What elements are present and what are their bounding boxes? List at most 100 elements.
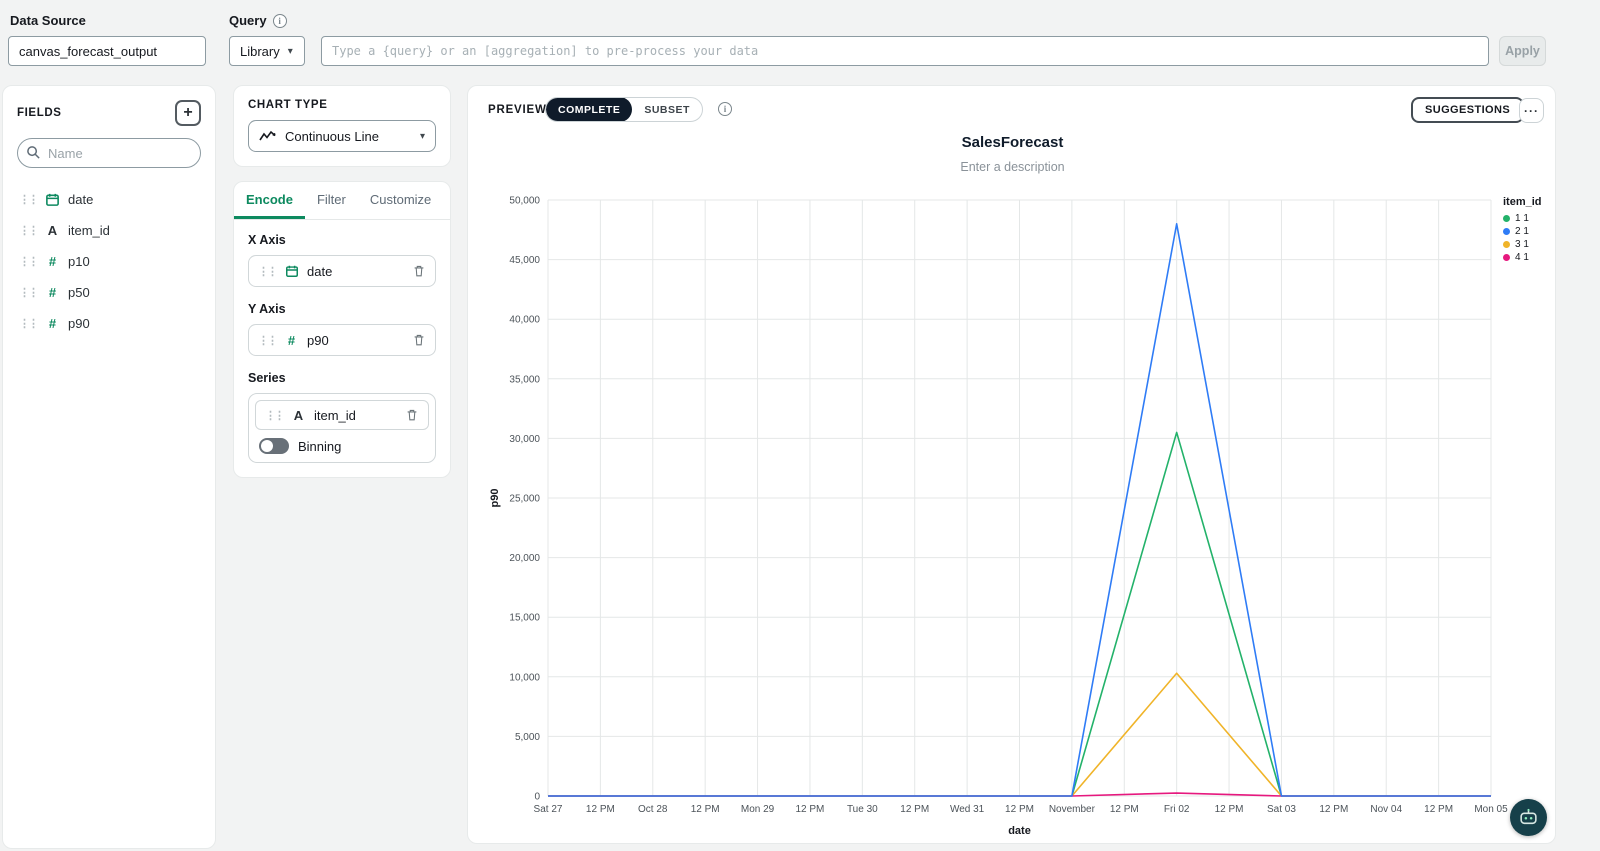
preview-info-icon[interactable]: i — [718, 102, 732, 116]
y-tick-label: 30,000 — [509, 434, 540, 445]
series-line — [548, 223, 1491, 797]
field-item-p10[interactable]: ⋮⋮ # p10 — [17, 246, 201, 277]
line-chart-icon — [259, 130, 277, 143]
x-tick-label: 12 PM — [586, 804, 615, 815]
chart-type-value: Continuous Line — [285, 128, 379, 144]
text-type-icon: A — [293, 407, 304, 423]
y-tick-label: 0 — [534, 792, 540, 803]
series-field-chip[interactable]: ⋮⋮ A item_id — [255, 400, 429, 430]
field-name: p50 — [68, 285, 90, 300]
number-type-icon: # — [48, 316, 57, 331]
drag-handle-icon[interactable]: ⋮⋮ — [258, 334, 278, 347]
legend-label: 3 1 — [1515, 239, 1529, 250]
chevron-down-icon: ▾ — [287, 45, 293, 57]
y-tick-label: 45,000 — [509, 255, 540, 266]
binning-label: Binning — [298, 438, 342, 454]
field-name: date — [68, 192, 94, 207]
series-label: Series — [248, 371, 286, 385]
legend-entry[interactable]: 4 1 — [1503, 251, 1542, 264]
field-name: p10 — [68, 254, 90, 269]
complete-toggle-button[interactable]: COMPLETE — [546, 98, 633, 121]
subset-toggle-button[interactable]: SUBSET — [632, 98, 702, 121]
legend-entry[interactable]: 2 1 — [1503, 225, 1542, 238]
series-line — [548, 792, 1491, 797]
field-search-input[interactable] — [17, 138, 201, 168]
app-root: Data Source Query i Library ▾ Apply FIEL… — [0, 0, 1600, 851]
binning-toggle[interactable] — [259, 438, 289, 454]
y-axis-field-name: p90 — [307, 332, 329, 348]
calendar-icon — [283, 264, 300, 278]
x-tick-label: 12 PM — [1110, 804, 1139, 815]
x-tick-label: 12 PM — [691, 804, 720, 815]
y-tick-label: 15,000 — [509, 613, 540, 624]
query-input[interactable] — [321, 36, 1489, 66]
x-tick-label: 12 PM — [900, 804, 929, 815]
x-tick-label: 12 PM — [795, 804, 824, 815]
x-axis-title: date — [1008, 825, 1031, 837]
trash-icon[interactable] — [405, 408, 419, 422]
chart-title[interactable]: SalesForecast — [468, 134, 1557, 151]
series-line — [548, 672, 1491, 797]
drag-handle-icon[interactable]: ⋮⋮ — [19, 317, 39, 330]
legend-color-dot — [1503, 254, 1510, 261]
x-tick-label: November — [1049, 804, 1096, 815]
chart-subtitle[interactable]: Enter a description — [468, 160, 1557, 174]
field-list: ⋮⋮ date ⋮⋮ A item_id ⋮⋮ # p10 ⋮⋮ # p50 ⋮… — [17, 184, 201, 339]
assistant-fab-button[interactable] — [1510, 799, 1547, 836]
y-axis-title: p90 — [489, 489, 501, 508]
field-item-p50[interactable]: ⋮⋮ # p50 — [17, 277, 201, 308]
query-label: Query i — [229, 13, 287, 28]
query-info-icon[interactable]: i — [272, 13, 287, 28]
y-tick-label: 35,000 — [509, 374, 540, 385]
field-item-item-id[interactable]: ⋮⋮ A item_id — [17, 215, 201, 246]
add-field-button[interactable]: + — [175, 100, 201, 126]
apply-button[interactable]: Apply — [1499, 36, 1546, 66]
library-dropdown[interactable]: Library ▾ — [229, 36, 305, 66]
field-item-date[interactable]: ⋮⋮ date — [17, 184, 201, 215]
y-tick-label: 40,000 — [509, 315, 540, 326]
x-tick-label: Mon 29 — [741, 804, 775, 815]
preview-panel: PREVIEW COMPLETE SUBSET i SUGGESTIONS ··… — [467, 85, 1556, 844]
preview-mode-toggle: COMPLETE SUBSET — [545, 97, 703, 122]
drag-handle-icon[interactable]: ⋮⋮ — [19, 224, 39, 237]
x-tick-label: Nov 04 — [1370, 804, 1402, 815]
preview-label: PREVIEW — [488, 104, 547, 116]
drag-handle-icon[interactable]: ⋮⋮ — [19, 193, 39, 206]
x-tick-label: Oct 28 — [638, 804, 668, 815]
data-source-label: Data Source — [10, 13, 86, 28]
number-type-icon: # — [48, 285, 57, 300]
chevron-down-icon: ▾ — [419, 130, 425, 142]
tab-encode[interactable]: Encode — [234, 182, 305, 219]
query-label-text: Query — [229, 13, 267, 28]
suggestions-button[interactable]: SUGGESTIONS — [1411, 97, 1525, 123]
drag-handle-icon[interactable]: ⋮⋮ — [265, 409, 285, 422]
tab-customize[interactable]: Customize — [358, 182, 443, 219]
drag-handle-icon[interactable]: ⋮⋮ — [258, 265, 278, 278]
tab-filter[interactable]: Filter — [305, 182, 358, 219]
field-name: p90 — [68, 316, 90, 331]
series-box: ⋮⋮ A item_id Binning — [248, 393, 436, 463]
chart-canvas: 0 5,000 10,000 15,000 20,000 25,000 30,000 35,0… — [489, 196, 1508, 838]
data-source-input[interactable] — [8, 36, 206, 66]
encode-tabs: Encode Filter Customize — [234, 182, 450, 220]
chart-type-dropdown[interactable]: Continuous Line ▾ — [248, 120, 436, 152]
y-axis-field-chip[interactable]: ⋮⋮ # p90 — [248, 324, 436, 356]
trash-icon[interactable] — [412, 264, 426, 278]
more-options-button[interactable]: ··· — [1519, 98, 1544, 123]
field-item-p90[interactable]: ⋮⋮ # p90 — [17, 308, 201, 339]
legend-color-dot — [1503, 241, 1510, 248]
x-tick-label: Wed 31 — [950, 804, 985, 815]
x-tick-label: 12 PM — [1424, 804, 1453, 815]
x-axis-field-chip[interactable]: ⋮⋮ date — [248, 255, 436, 287]
legend-entry[interactable]: 1 1 — [1503, 212, 1542, 225]
drag-handle-icon[interactable]: ⋮⋮ — [19, 286, 39, 299]
drag-handle-icon[interactable]: ⋮⋮ — [19, 255, 39, 268]
legend-entry[interactable]: 3 1 — [1503, 238, 1542, 251]
field-name: item_id — [68, 223, 110, 238]
chart-type-panel: CHART TYPE Continuous Line ▾ — [233, 85, 451, 167]
assistant-robot-icon — [1518, 807, 1539, 828]
y-tick-label: 20,000 — [509, 553, 540, 564]
data-source-label-text: Data Source — [10, 13, 86, 28]
trash-icon[interactable] — [412, 333, 426, 347]
number-type-icon: # — [48, 254, 57, 269]
